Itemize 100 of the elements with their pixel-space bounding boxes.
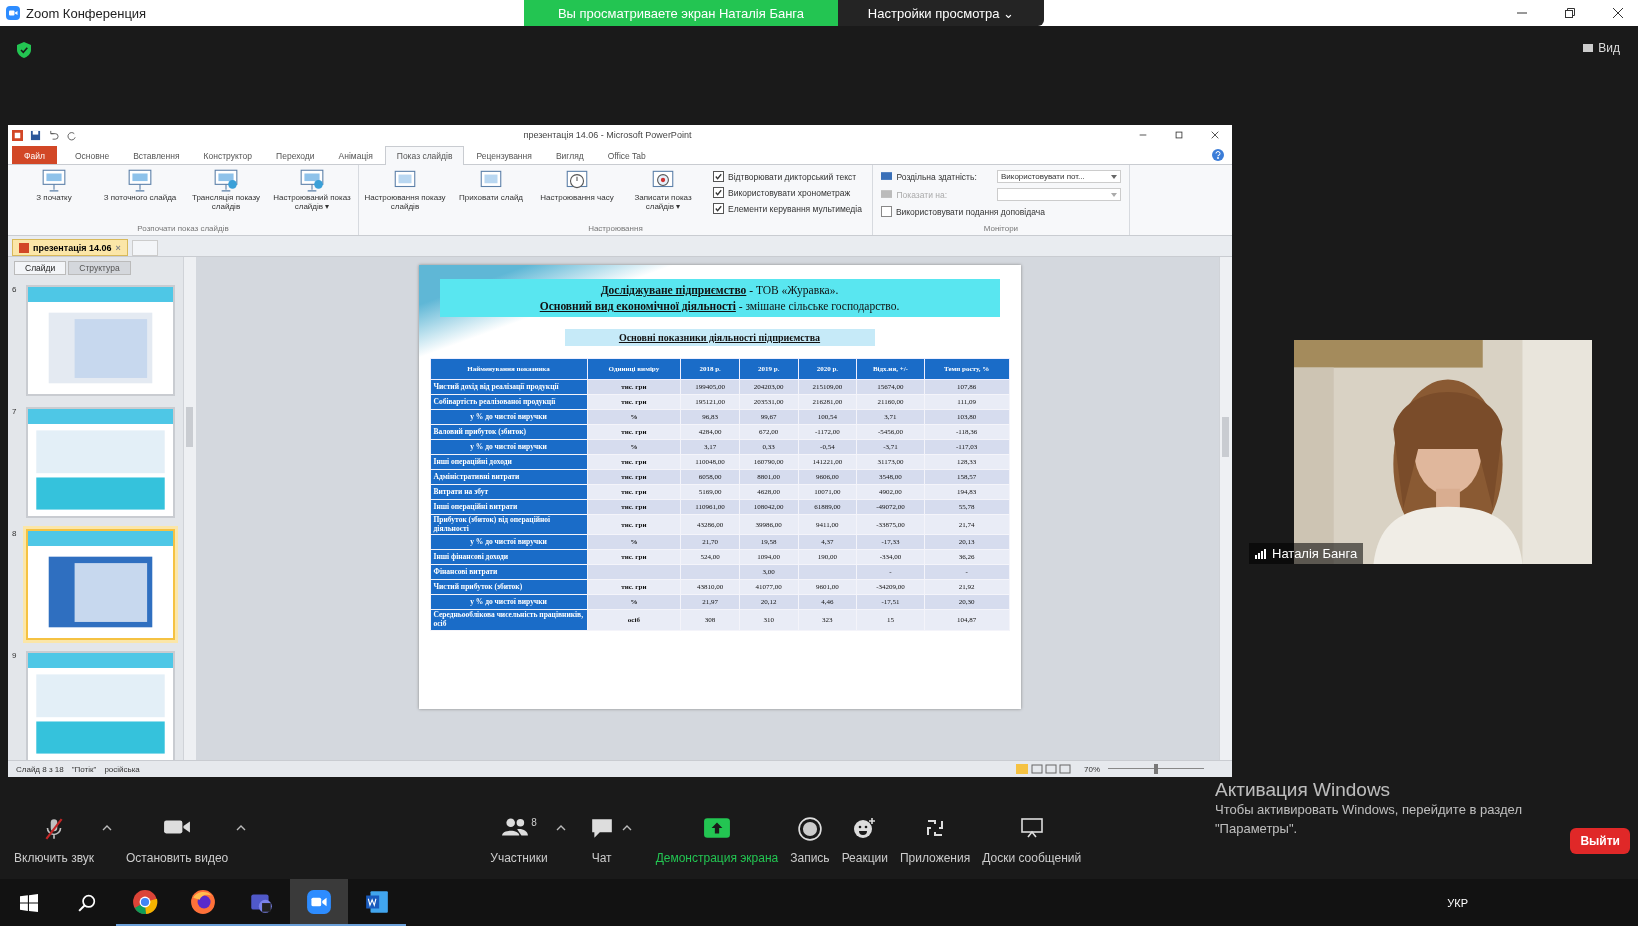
slide-number: 7 [12,407,18,416]
slide-thumbnail[interactable] [26,529,175,640]
grid-icon [1583,43,1594,53]
activation-text: Чтобы активировать Windows, перейдите в раздел "Параметры". [1215,801,1523,838]
powerpoint-logo-icon [12,129,23,141]
panel-tab[interactable]: Слайди [14,261,67,275]
toolbar-label: Запись [790,850,830,865]
status-text: "Потік" [71,764,97,774]
checkbox[interactable] [713,187,724,198]
sharing-banner: Вы просматриваете экран Наталія Банга [524,0,838,26]
toolbar-button[interactable]: Приложения [894,812,977,869]
toolbar-label: Остановить видео [126,850,229,865]
toolbar-label: Чат [591,850,612,865]
view-options-button[interactable]: Настройки просмотра ⌄ [838,0,1044,26]
document-tab[interactable]: презентація 14.06 × [12,239,128,256]
ribbon-tab[interactable]: Вставлення [121,146,192,164]
slide-thumbnail[interactable] [26,651,175,760]
signal-bars-icon [1255,548,1267,559]
projector-screen-icon [127,168,153,192]
caret-icon[interactable] [555,824,566,831]
toolbar-label: Участники [490,850,548,865]
smiley-icon [852,816,877,839]
ribbon-button[interactable]: Настроюваний показ слайдів ▾ [270,167,354,224]
projector-screen-icon [299,168,325,192]
ribbon-tab[interactable]: Office Tab [595,146,658,164]
checkbox-label: Використовувати подання доповідача [895,206,1045,217]
caret-icon[interactable] [621,824,632,831]
resolution-label: Роздільна здатність: [896,171,978,182]
record-icon [797,816,822,841]
fox-browser-icon [190,888,216,915]
checkbox-label: Використовувати хронометраж [728,187,851,198]
zoom-logo-icon [6,6,20,20]
show-on-label: Показати на: [896,189,949,200]
document-icon [364,888,390,915]
ribbon-tab[interactable]: Рецензування [464,146,544,164]
undo-icon[interactable] [48,129,59,141]
ribbon-button[interactable]: Настроювання часу [535,167,619,224]
toolbar-label: Приложения [900,850,971,865]
slide-heading: Досліджуване підприємство - ТОВ «Журавка». Основний вид економічної діяльності - змішане сільське господарство. [439,279,1000,318]
toolbar-label: Включить звук [14,850,95,865]
participant-name: Наталія Банга [1272,546,1358,561]
save-icon[interactable] [30,129,41,141]
caret-icon[interactable] [236,824,247,831]
checkbox[interactable] [713,203,724,214]
ribbon-tab[interactable]: Конструктор [191,146,265,164]
projector-screen-icon [213,168,239,192]
close-icon[interactable] [1210,130,1220,140]
taskbar-button[interactable] [290,879,348,926]
close-icon[interactable] [1612,7,1624,19]
projector-screen-icon [41,168,67,192]
ribbon-button[interactable]: З початку [12,167,96,224]
ribbon-button[interactable]: Настроювання показу слайдів [363,167,447,224]
ribbon-tab[interactable]: Переходи [264,146,327,164]
toolbar-button[interactable]: 8 Участники [484,812,554,869]
monitor-icon [880,189,893,200]
ribbon-tab[interactable]: Файл [12,146,57,164]
toolbar-button[interactable]: Доски сообщений [976,812,1088,869]
ribbon-button[interactable]: Приховати слайд [449,167,533,224]
toolbar-button[interactable]: Включить звук [8,812,101,869]
ribbon-tab[interactable]: Показ слайдів [384,146,465,165]
scrollbar-thumb[interactable] [186,407,193,447]
ribbon-button[interactable]: Трансляція показу слайдів [184,167,268,224]
ribbon-tab[interactable]: Вигляд [543,146,596,164]
toolbar-button[interactable]: Чат [583,812,620,869]
toolbar-label: Демонстрация экрана [655,850,779,865]
language-indicator[interactable]: УКР [1447,896,1468,909]
caret-icon[interactable] [102,824,113,831]
browser-icon [132,888,158,915]
help-icon[interactable] [1212,149,1224,161]
toolbar-button[interactable]: Реакции [835,812,894,869]
participant-count: 8 [531,816,537,828]
toolbar-label: Доски сообщений [982,850,1082,865]
presentation-file-icon [19,242,29,253]
zoom-slider[interactable] [1108,764,1204,774]
toolbar-button[interactable]: Демонстрация экрана [649,812,785,869]
ribbon-button[interactable]: З поточного слайда [98,167,182,224]
ribbon-tab[interactable]: Анімація [326,146,385,164]
panel-tab[interactable]: Структура [68,261,131,275]
zoom-level: 70% [1084,764,1100,774]
view-button[interactable]: Вид [1577,40,1626,56]
ribbon-button[interactable]: Записати показ слайдів ▾ [621,167,705,224]
checkbox[interactable] [713,171,724,182]
leave-button[interactable]: Выйти [1570,827,1630,854]
toolbar-button[interactable]: Остановить видео [120,812,235,869]
checkbox-label: Відтворювати дикторський текст [728,171,857,182]
shield-icon[interactable] [17,42,31,58]
checkbox[interactable] [880,206,892,217]
slide-number: 9 [12,651,18,660]
slide-thumbnail[interactable] [26,407,175,518]
slide-thumbnail[interactable] [26,285,175,396]
checkbox-label: Елементи керування мультимедіа [728,203,862,214]
chat-icon [589,816,614,839]
restore-icon[interactable] [1174,130,1184,140]
restore-icon[interactable] [1564,7,1576,19]
redo-icon[interactable] [66,129,77,141]
resolution-dropdown[interactable]: Використовувати пот... [997,170,1121,183]
ribbon-tab[interactable]: Основне [62,146,122,164]
scrollbar-thumb[interactable] [1222,417,1229,457]
slide-number: 6 [12,285,18,294]
toolbar-button[interactable]: Запись [784,812,836,869]
